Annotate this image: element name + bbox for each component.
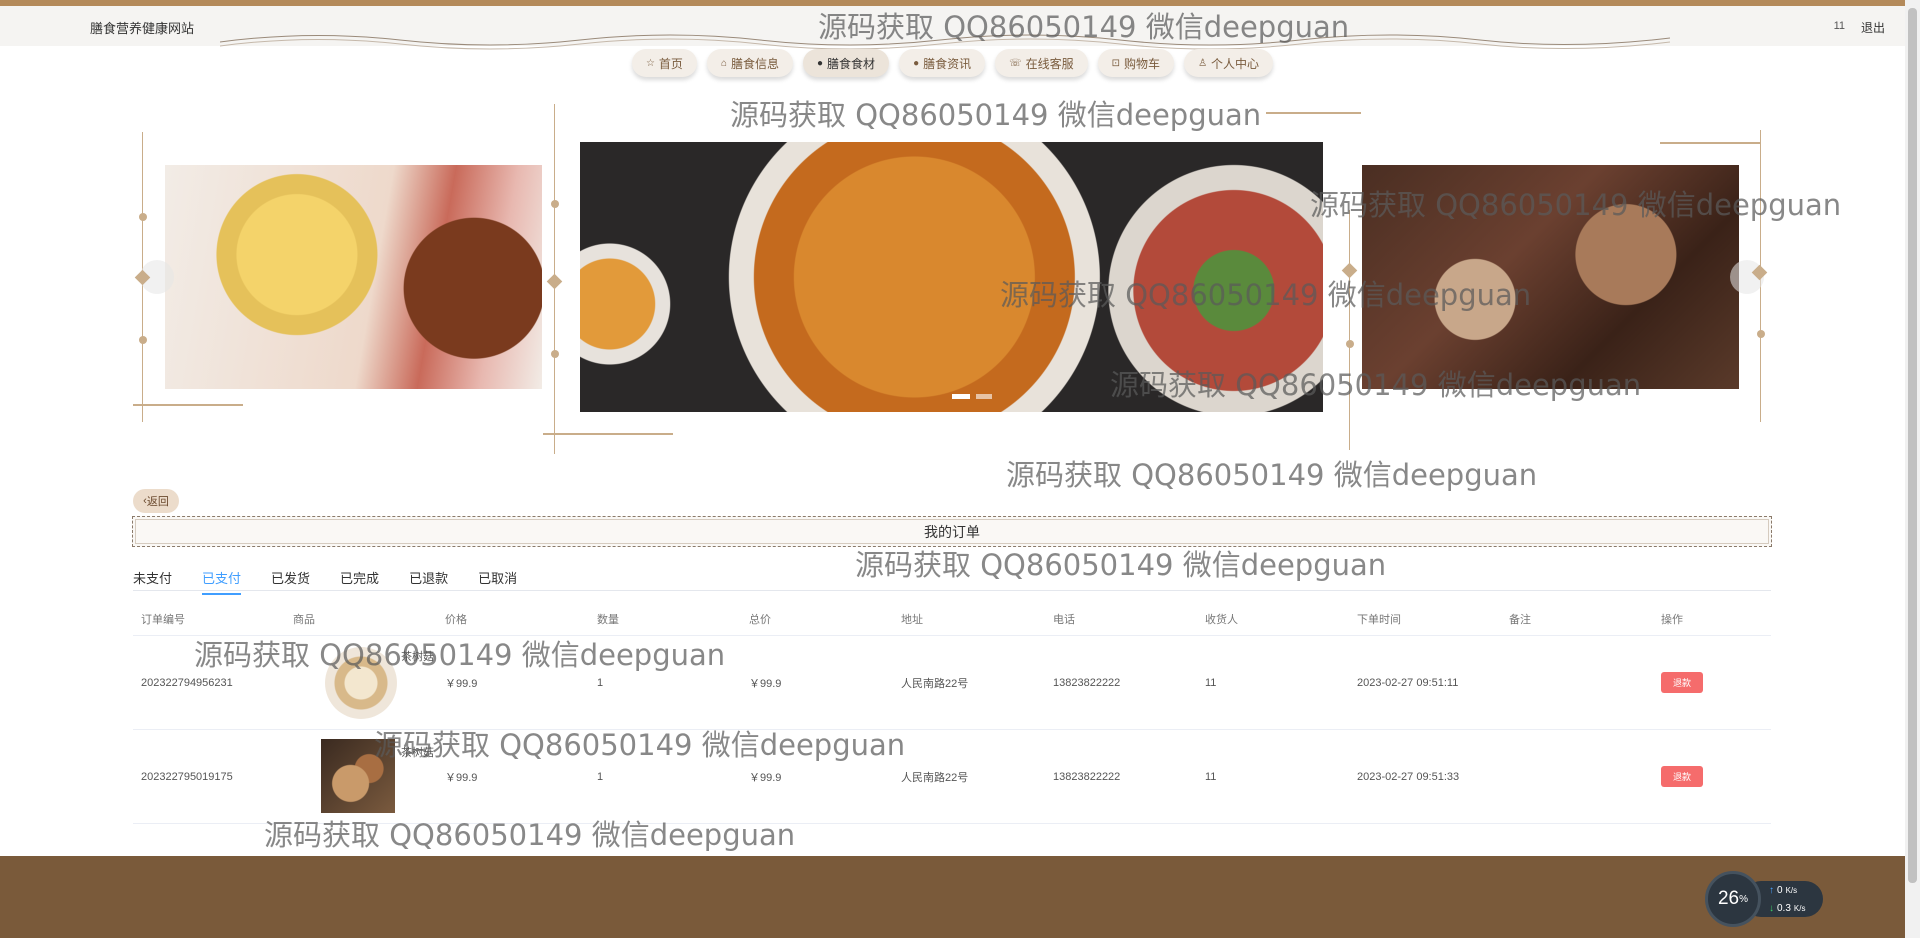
- headset-icon: ☏: [1009, 57, 1022, 69]
- column-header: 电话: [1053, 613, 1075, 626]
- decorative-dot: [551, 350, 559, 358]
- carousel-dot[interactable]: [976, 394, 992, 399]
- watermark-text: 源码获取 QQ86050149 微信deepguan: [855, 548, 1387, 582]
- watermark-text: 源码获取 QQ86050149 微信deepguan: [730, 98, 1262, 132]
- page-footer: [0, 856, 1905, 938]
- download-speed: 0.3: [1777, 902, 1791, 914]
- info-icon: ●: [817, 57, 824, 69]
- download-arrow-icon: ↓: [1769, 902, 1774, 914]
- table-header: 订单编号 商品 价格 数量 总价 地址 电话 收货人 下单时间 备注 操作: [133, 602, 1771, 636]
- nav-item-news[interactable]: ● 膳食资讯: [899, 49, 986, 77]
- nav-item-label: 膳食资讯: [923, 56, 972, 71]
- address: 人民南路22号: [901, 677, 969, 690]
- nav-item-label: 购物车: [1124, 56, 1161, 71]
- receiver: 11: [1205, 676, 1217, 689]
- back-label: 返回: [146, 496, 169, 508]
- logout-link[interactable]: 退出: [1861, 19, 1885, 36]
- column-header: 商品: [293, 613, 315, 626]
- tabs-divider: [133, 590, 1771, 591]
- carousel-indicators: [952, 394, 992, 399]
- nav-item-diet-info[interactable]: ⌂ 膳食信息: [706, 49, 793, 77]
- decorative-line: [543, 433, 673, 435]
- nav-item-profile[interactable]: ♙ 个人中心: [1184, 49, 1274, 77]
- watermark-text: 源码获取 QQ86050149 微信deepguan: [1110, 368, 1642, 402]
- receiver: 11: [1205, 770, 1217, 783]
- star-icon: ☆: [645, 57, 655, 69]
- question-icon: ●: [913, 57, 920, 69]
- upload-arrow-icon: ↑: [1769, 884, 1774, 896]
- decorative-dot: [1346, 340, 1354, 348]
- decorative-dot: [139, 213, 147, 221]
- scrollbar-thumb[interactable]: [1908, 8, 1917, 883]
- user-icon: ♙: [1198, 57, 1208, 69]
- decorative-line: [1660, 142, 1760, 144]
- order-number: 202322795019175: [141, 770, 233, 783]
- back-button[interactable]: ‹ 返回: [133, 489, 179, 513]
- decorative-dot: [551, 200, 559, 208]
- nav-item-label: 个人中心: [1211, 56, 1260, 71]
- column-header: 操作: [1661, 613, 1683, 626]
- watermark-text: 源码获取 QQ86050149 微信deepguan: [374, 728, 906, 762]
- usage-percent: 26: [1717, 888, 1740, 909]
- decorative-dot: [139, 336, 147, 344]
- refund-button[interactable]: 退款: [1661, 672, 1703, 693]
- phone: 13823822222: [1053, 770, 1121, 783]
- decorative-dot: [1757, 330, 1765, 338]
- site-title: 膳食营养健康网站: [90, 21, 195, 36]
- watermark-text: 源码获取 QQ86050149 微信deepguan: [1000, 278, 1532, 312]
- watermark-text: 源码获取 QQ86050149 微信deepguan: [264, 818, 796, 852]
- carousel-dot[interactable]: [952, 394, 970, 399]
- nav-item-label: 在线客服: [1025, 56, 1074, 71]
- bag-icon: ⌂: [720, 57, 727, 69]
- decorative-line: [133, 404, 243, 406]
- nav-item-ingredients[interactable]: ● 膳食食材: [803, 49, 890, 77]
- watermark-text: 源码获取 QQ86050149 微信deepguan: [1006, 458, 1538, 492]
- column-header: 收货人: [1205, 613, 1238, 626]
- order-time: 2023-02-27 09:51:33: [1357, 770, 1460, 783]
- banner-carousel: [0, 100, 1905, 460]
- action-cell: 退款: [1653, 636, 1771, 729]
- nav-item-support[interactable]: ☏ 在线客服: [995, 49, 1088, 77]
- action-cell: 退款: [1653, 730, 1771, 823]
- decorative-diamond: [546, 273, 563, 290]
- column-header: 数量: [597, 613, 619, 626]
- order-time: 2023-02-27 09:51:11: [1357, 676, 1459, 689]
- nav-item-label: 膳食信息: [730, 56, 779, 71]
- cart-icon: ⊡: [1111, 57, 1121, 69]
- total-price: ￥99.9: [749, 677, 782, 690]
- watermark-text: 源码获取 QQ86050149 微信deepguan: [818, 10, 1350, 44]
- column-header: 价格: [445, 613, 467, 626]
- column-header: 订单编号: [141, 613, 185, 626]
- upload-speed: 0: [1777, 884, 1783, 896]
- usage-percent-unit: %: [1739, 893, 1749, 905]
- nav-item-label: 首页: [658, 56, 683, 71]
- network-speed-widget[interactable]: ↑ 0 K/s ↓ 0.3 K/s 26%: [1705, 871, 1823, 927]
- column-header: 地址: [901, 613, 923, 626]
- nav-item-home[interactable]: ☆ 首页: [631, 49, 697, 77]
- carousel-slide-left[interactable]: [165, 165, 542, 389]
- note: [1501, 730, 1653, 823]
- watermark-text: 源码获取 QQ86050149 微信deepguan: [1310, 188, 1842, 222]
- column-header: 总价: [749, 613, 771, 626]
- cpu-usage-gauge: 26%: [1705, 871, 1761, 927]
- nav-item-cart[interactable]: ⊡ 购物车: [1097, 49, 1175, 77]
- nav-item-label: 膳食食材: [827, 56, 876, 71]
- column-header: 备注: [1509, 613, 1531, 626]
- main-nav: ☆ 首页 ⌂ 膳食信息 ● 膳食食材 ● 膳食资讯 ☏ 在线客服 ⊡ 购物车 ♙ 个人中心: [0, 49, 1905, 77]
- watermark-text: 源码获取 QQ86050149 微信deepguan: [194, 638, 726, 672]
- refund-button[interactable]: 退款: [1661, 766, 1703, 787]
- decorative-line: [1266, 112, 1361, 114]
- user-name: 11: [1833, 20, 1845, 32]
- vertical-scrollbar[interactable]: [1905, 0, 1920, 938]
- address: 人民南路22号: [901, 771, 969, 784]
- speed-unit: K/s: [1793, 903, 1806, 913]
- note: [1501, 636, 1653, 729]
- speed-unit: K/s: [1785, 885, 1798, 895]
- column-header: 下单时间: [1357, 613, 1401, 626]
- decorative-line: [1349, 210, 1350, 450]
- phone: 13823822222: [1053, 676, 1121, 689]
